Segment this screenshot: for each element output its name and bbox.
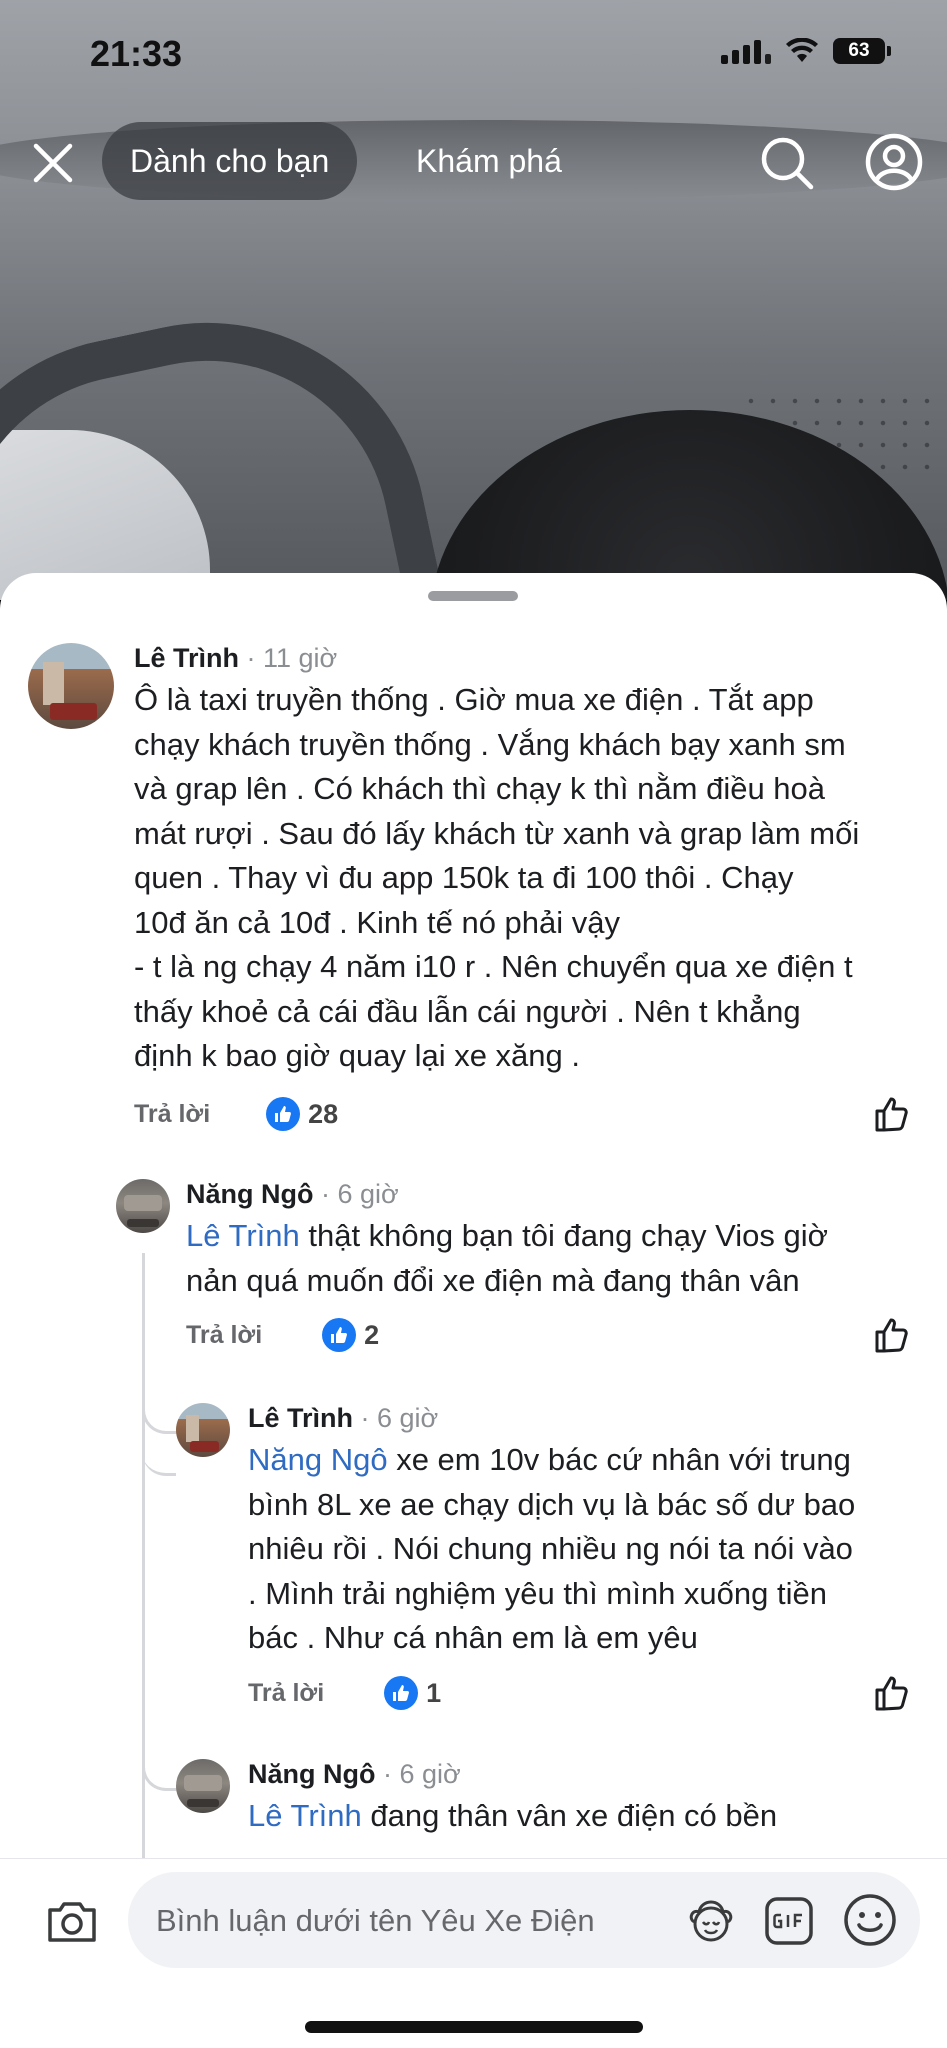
tab-explore-label: Khám phá xyxy=(416,142,562,179)
avatar[interactable] xyxy=(176,1403,230,1457)
comment-input[interactable] xyxy=(154,1892,658,1950)
wifi-icon xyxy=(786,38,818,62)
like-count-value: 28 xyxy=(308,1098,339,1129)
like-count[interactable]: 1 xyxy=(384,1676,441,1710)
cellular-signal-icon xyxy=(721,38,771,64)
status-time: 21:33 xyxy=(90,33,183,74)
thread-connector xyxy=(142,1748,179,1791)
battery-level: 63 xyxy=(848,40,870,61)
camera-icon[interactable] xyxy=(44,1894,100,1950)
comment-actions: Trả lời 1 xyxy=(248,1676,441,1710)
video-car-pillar xyxy=(0,281,464,600)
like-outline-icon[interactable] xyxy=(873,1673,913,1713)
comment-header: Năng Ngô · 6 giờ xyxy=(186,1179,399,1209)
like-badge-icon xyxy=(322,1318,357,1352)
like-count-value: 1 xyxy=(426,1677,442,1708)
comment-time: 6 giờ xyxy=(399,1759,461,1789)
comment-text: Năng Ngô xe em 10v bác cứ nhân với trung… xyxy=(248,1442,856,1655)
tab-for-you-label: Dành cho bạn xyxy=(130,142,330,179)
mention-link[interactable]: Năng Ngô xyxy=(248,1442,388,1477)
comment-header: Lê Trình · 6 giờ xyxy=(248,1403,439,1433)
tab-for-you[interactable]: Dành cho bạn xyxy=(102,122,358,200)
status-bar: 21:33 63 xyxy=(0,0,947,100)
comment-input-container[interactable] xyxy=(128,1872,920,1968)
top-nav: Dành cho bạn Khám phá xyxy=(0,120,947,200)
comment: Lê Trình · 11 giờ Ô là taxi truyền thống… xyxy=(134,643,934,1079)
comment-header: Năng Ngô · 6 giờ xyxy=(248,1759,461,1789)
comment: Năng Ngô · 6 giờ Lê Trình thật không bạn… xyxy=(186,1179,926,1303)
avatar[interactable] xyxy=(28,643,114,729)
close-icon[interactable] xyxy=(30,140,76,186)
avatar-sticker-icon[interactable] xyxy=(684,1894,738,1948)
sheet-drag-handle[interactable] xyxy=(428,591,518,601)
avatar[interactable] xyxy=(116,1179,170,1233)
like-badge-icon xyxy=(266,1097,301,1131)
comment-author[interactable]: Năng Ngô xyxy=(248,1759,376,1789)
comment: Năng Ngô · 6 giờ Lê Trình đang thân vân … xyxy=(248,1759,928,1839)
like-outline-icon[interactable] xyxy=(873,1094,913,1134)
comment-author[interactable]: Lê Trình xyxy=(248,1403,353,1433)
status-icons: 63 xyxy=(721,38,891,64)
comment-author[interactable]: Lê Trình xyxy=(134,643,239,673)
reply-button[interactable]: Trả lời xyxy=(134,1100,210,1129)
tab-explore[interactable]: Khám phá xyxy=(416,122,562,200)
comment-header: Lê Trình · 11 giờ xyxy=(134,643,338,673)
mention-link[interactable]: Lê Trình xyxy=(186,1218,300,1253)
avatar[interactable] xyxy=(176,1759,230,1813)
comment: Lê Trình · 6 giờ Năng Ngô xe em 10v bác … xyxy=(248,1403,928,1661)
battery-icon: 63 xyxy=(833,38,891,64)
comment-text: Ô là taxi truyền thống . Giờ mua xe điện… xyxy=(134,682,860,1073)
comment-actions: Trả lời 2 xyxy=(186,1318,379,1352)
comment-text: Lê Trình thật không bạn tôi đang chạy Vi… xyxy=(186,1218,828,1298)
comment-text: Lê Trình đang thân vân xe điện có bền xyxy=(248,1798,778,1833)
composer-divider xyxy=(0,1858,947,1859)
like-outline-icon[interactable] xyxy=(873,1315,913,1355)
comment-actions: Trả lời 28 xyxy=(134,1097,338,1131)
comment-time: 6 giờ xyxy=(337,1179,399,1209)
comment-time: 6 giờ xyxy=(377,1403,439,1433)
gif-icon[interactable] xyxy=(764,1896,814,1946)
comments-sheet: Lê Trình · 11 giờ Ô là taxi truyền thống… xyxy=(0,573,947,2048)
reply-button[interactable]: Trả lời xyxy=(248,1679,324,1708)
like-count[interactable]: 2 xyxy=(322,1318,379,1352)
comment-composer xyxy=(0,1858,947,2048)
like-badge-icon xyxy=(384,1676,419,1710)
comment-time: 11 giờ xyxy=(263,643,338,673)
mention-link[interactable]: Lê Trình xyxy=(248,1798,362,1833)
profile-icon[interactable] xyxy=(864,132,924,192)
like-count-value: 2 xyxy=(364,1319,380,1350)
emoji-icon[interactable] xyxy=(842,1892,898,1948)
home-indicator[interactable] xyxy=(305,2021,643,2033)
like-count[interactable]: 28 xyxy=(266,1097,338,1131)
comment-author[interactable]: Năng Ngô xyxy=(186,1179,314,1209)
search-icon[interactable] xyxy=(758,134,816,192)
reply-button[interactable]: Trả lời xyxy=(186,1321,262,1350)
